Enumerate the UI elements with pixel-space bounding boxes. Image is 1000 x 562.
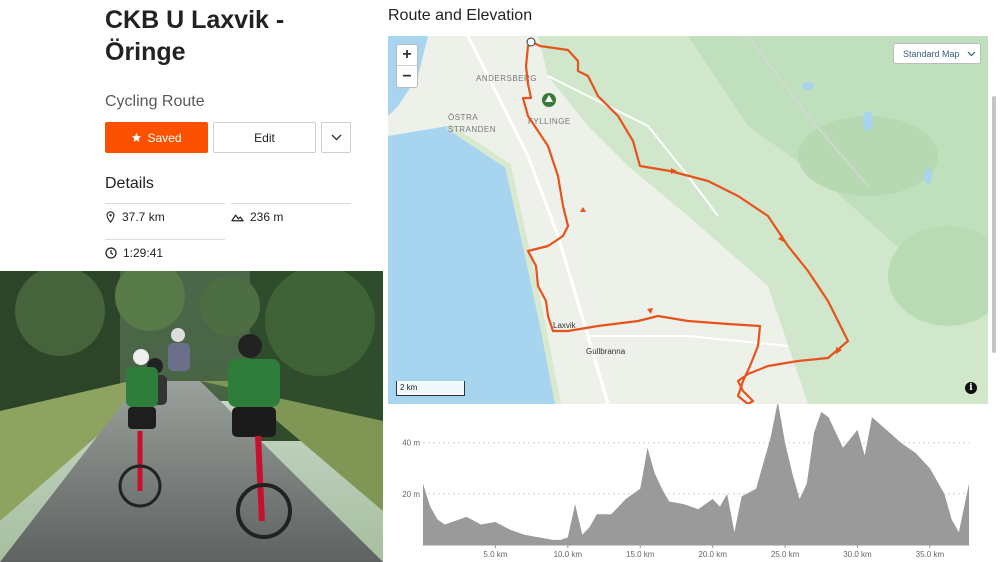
zoom-in-button[interactable]: + [397,45,417,66]
elevation-icon [231,214,244,222]
map-scale: 2 km [396,381,465,396]
start-flag-icon [526,37,536,47]
distance-value: 37.7 km [122,210,165,224]
map-style-select[interactable]: Standard Map [893,43,981,64]
place-label: STRANDEN [448,125,496,134]
y-tick-label: 40 m [402,439,420,448]
x-tick-label: 35.0 km [916,550,945,559]
place-label: ÖSTRA [448,113,478,122]
map-style-label: Standard Map [903,48,960,59]
zoom-out-button[interactable]: − [397,66,417,87]
distance-stat: 37.7 km [105,210,165,224]
chevron-down-icon [331,134,341,141]
place-label: Gullbranna [586,347,626,356]
details-heading: Details [105,175,154,192]
y-tick-label: 20 m [402,490,420,499]
route-type: Cycling Route [105,93,205,110]
elevation-chart[interactable]: 20 m 40 m 5.0 km 10.0 km 15.0 km 20.0 km 25.0 … [388,404,992,562]
clock-icon [105,247,117,259]
x-tick-label: 25.0 km [771,550,800,559]
divider [105,239,225,240]
section-title: Route and Elevation [388,7,533,24]
time-value: 1:29:41 [123,246,164,260]
x-tick-label: 5.0 km [483,550,507,559]
route-photo [0,271,383,562]
x-tick-label: 20.0 km [698,550,727,559]
location-pin-icon [106,211,115,223]
more-options-button[interactable] [321,122,351,153]
x-tick-label: 15.0 km [626,550,655,559]
scrollbar[interactable] [992,96,996,353]
info-icon[interactable]: i [965,382,977,394]
divider [231,203,351,204]
x-tick-label: 30.0 km [843,550,872,559]
saved-label: Saved [147,130,182,145]
saved-button[interactable]: Saved [105,122,208,153]
star-icon [132,132,142,142]
route-title: CKB U Laxvik - Öringe [105,6,285,66]
elevation-area [423,404,969,545]
zoom-control: + − [396,44,418,88]
edit-button[interactable]: Edit [213,122,316,153]
elevation-value: 236 m [250,210,284,224]
x-tick-label: 10.0 km [554,550,583,559]
route-map[interactable]: ANDERSBERG FYLLINGE ÖSTRA STRANDEN Laxvi… [388,36,988,404]
elevation-stat: 236 m [231,210,283,224]
chevron-down-icon [967,51,975,56]
place-label: Laxvik [553,321,577,330]
divider [105,203,225,204]
time-stat: 1:29:41 [105,246,163,260]
